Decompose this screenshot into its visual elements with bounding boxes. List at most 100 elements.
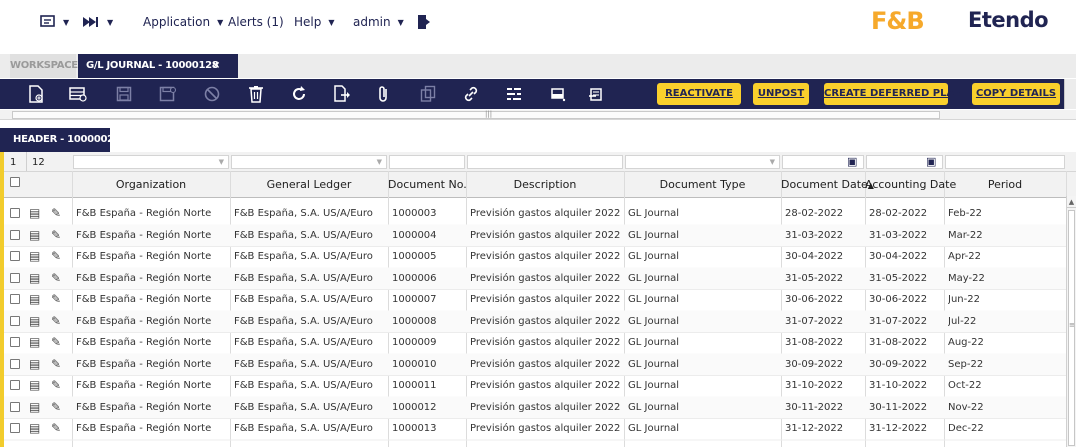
print-icon[interactable] (546, 83, 570, 105)
chevron-down-icon[interactable]: ▼ (770, 156, 775, 168)
open-form-icon[interactable]: ▤ (29, 249, 40, 263)
delete-icon[interactable] (244, 83, 268, 105)
header-tab[interactable]: HEADER - 1000002 (0, 128, 114, 152)
refresh-icon[interactable] (287, 83, 311, 105)
open-form-icon[interactable]: ▤ (29, 378, 40, 392)
edit-pencil-icon[interactable]: ✎ (51, 228, 61, 242)
logout-button[interactable] (417, 12, 431, 32)
open-form-icon[interactable]: ▤ (29, 292, 40, 306)
column-header-organization[interactable]: Organization (72, 178, 230, 191)
save-icon[interactable] (112, 83, 136, 105)
open-form-icon[interactable]: ▤ (29, 314, 40, 328)
cell-general-ledger: F&B España, S.A. US/A/Euro (234, 423, 373, 434)
edit-pencil-icon[interactable]: ✎ (51, 335, 61, 349)
attachment-icon[interactable] (372, 83, 396, 105)
new-row-icon[interactable] (66, 83, 90, 105)
filter-general-ledger[interactable]: ▼ (231, 155, 387, 169)
row-checkbox[interactable] (10, 208, 20, 218)
open-form-icon[interactable]: ▤ (29, 400, 40, 414)
cell-organization: F&B España - Región Norte (76, 380, 212, 391)
grid-vertical-scrollbar[interactable]: ▲ ≡ (1066, 196, 1076, 447)
calendar-icon[interactable]: ▣ (926, 155, 936, 168)
link-icon[interactable] (459, 83, 483, 105)
quick-create-menu[interactable]: ▼ (40, 12, 69, 32)
unpost-button[interactable]: UNPOST (753, 83, 809, 105)
row-checkbox[interactable] (10, 229, 20, 240)
row-checkbox[interactable] (10, 272, 20, 283)
chevron-down-icon[interactable]: ▼ (219, 156, 224, 168)
column-header-document-no[interactable]: Document No. (388, 178, 467, 191)
create-deferred-plan-button[interactable]: CREATE DEFERRED PLAN (824, 83, 963, 105)
edit-pencil-icon[interactable]: ✎ (51, 206, 61, 220)
open-form-icon[interactable]: ▤ (29, 335, 40, 349)
toolbar-horizontal-scrollbar[interactable]: ||| (0, 110, 1076, 120)
tab-gl-journal[interactable]: G/L JOURNAL - 10000128 × (78, 54, 238, 78)
cell-document-date: 31-08-2022 (785, 337, 844, 348)
open-form-icon[interactable]: ▤ (29, 228, 40, 242)
cell-document-date: 30-11-2022 (785, 401, 844, 413)
row-checkbox[interactable] (10, 294, 20, 304)
scrollbar-thumb[interactable]: ≡ (1068, 210, 1075, 446)
edit-pencil-icon[interactable]: ✎ (51, 314, 61, 328)
calendar-icon[interactable]: ▣ (847, 155, 857, 168)
open-form-icon[interactable]: ▤ (29, 421, 40, 435)
cell-document-no: 1000013 (392, 423, 437, 434)
row-checkbox[interactable] (10, 380, 20, 390)
select-all-checkbox[interactable] (10, 177, 20, 187)
alerts-link[interactable]: Alerts (1) (228, 12, 284, 32)
filter-organization[interactable]: ▼ (73, 155, 229, 169)
chevron-down-icon[interactable]: ▼ (377, 156, 382, 168)
edit-pencil-icon[interactable]: ✎ (51, 249, 61, 263)
chevron-down-icon: ▼ (63, 17, 70, 27)
open-form-icon[interactable]: ▤ (29, 206, 40, 220)
cell-description: Previsión gastos alquiler 2022 (470, 315, 621, 327)
column-header-description[interactable]: Description (466, 178, 624, 191)
row-checkbox[interactable] (10, 358, 20, 369)
filter-description[interactable] (467, 155, 623, 169)
cell-document-type: GL Journal (628, 272, 680, 284)
row-checkbox[interactable] (10, 337, 20, 347)
row-checkbox[interactable] (10, 251, 20, 261)
open-form-icon[interactable]: ▤ (29, 357, 40, 371)
close-icon[interactable]: × (212, 54, 220, 78)
row-checkbox[interactable] (10, 423, 20, 433)
column-header-period[interactable]: Period (944, 178, 1066, 191)
edit-pencil-icon[interactable]: ✎ (51, 378, 61, 392)
open-form-icon[interactable]: ▤ (29, 271, 40, 285)
edit-pencil-icon[interactable]: ✎ (51, 271, 61, 285)
copy-details-button[interactable]: COPY DETAILS (972, 83, 1060, 105)
scroll-up-icon[interactable]: ▲ (1067, 196, 1076, 208)
edit-pencil-icon[interactable]: ✎ (51, 357, 61, 371)
new-document-icon[interactable] (24, 83, 48, 105)
grid-config-icon[interactable] (502, 83, 526, 105)
clone-icon[interactable] (416, 83, 440, 105)
edit-pencil-icon[interactable]: ✎ (51, 421, 61, 435)
filter-period[interactable] (945, 155, 1065, 169)
export-icon[interactable] (330, 83, 354, 105)
column-header-general-ledger[interactable]: General Ledger (230, 178, 388, 191)
cell-document-date: 31-07-2022 (785, 315, 844, 327)
cell-general-ledger: F&B España, S.A. US/A/Euro (234, 358, 373, 370)
help-menu[interactable]: Help ▼ (294, 12, 335, 32)
user-menu[interactable]: admin ▼ (353, 12, 404, 32)
reactivate-button[interactable]: REACTIVATE (657, 83, 741, 105)
application-menu[interactable]: Application ▼ (143, 12, 223, 32)
filter-document-type[interactable]: ▼ (625, 155, 780, 169)
edit-pencil-icon[interactable]: ✎ (51, 292, 61, 306)
row-checkbox[interactable] (10, 315, 20, 326)
cell-document-type: GL Journal (628, 423, 680, 434)
column-header-accounting-date[interactable]: Accounting Date (865, 178, 956, 191)
filter-document-no[interactable] (389, 155, 465, 169)
undo-icon[interactable] (200, 83, 224, 105)
quick-launch-menu[interactable]: ▼ (82, 12, 113, 32)
row-checkbox[interactable] (10, 401, 20, 412)
edit-pencil-icon[interactable]: ✎ (51, 400, 61, 414)
email-icon[interactable] (584, 83, 608, 105)
column-header-document-type[interactable]: Document Type (624, 178, 781, 191)
column-header-document-date[interactable]: Document Date▲ (781, 178, 874, 191)
tab-workspace[interactable]: WORKSPACE (10, 54, 78, 78)
scrollbar-thumb[interactable]: ||| (12, 110, 940, 119)
cell-description: Previsión gastos alquiler 2022 (470, 229, 621, 241)
toolbar-scroll-handle[interactable] (1064, 79, 1076, 109)
save-close-icon[interactable] (156, 83, 180, 105)
